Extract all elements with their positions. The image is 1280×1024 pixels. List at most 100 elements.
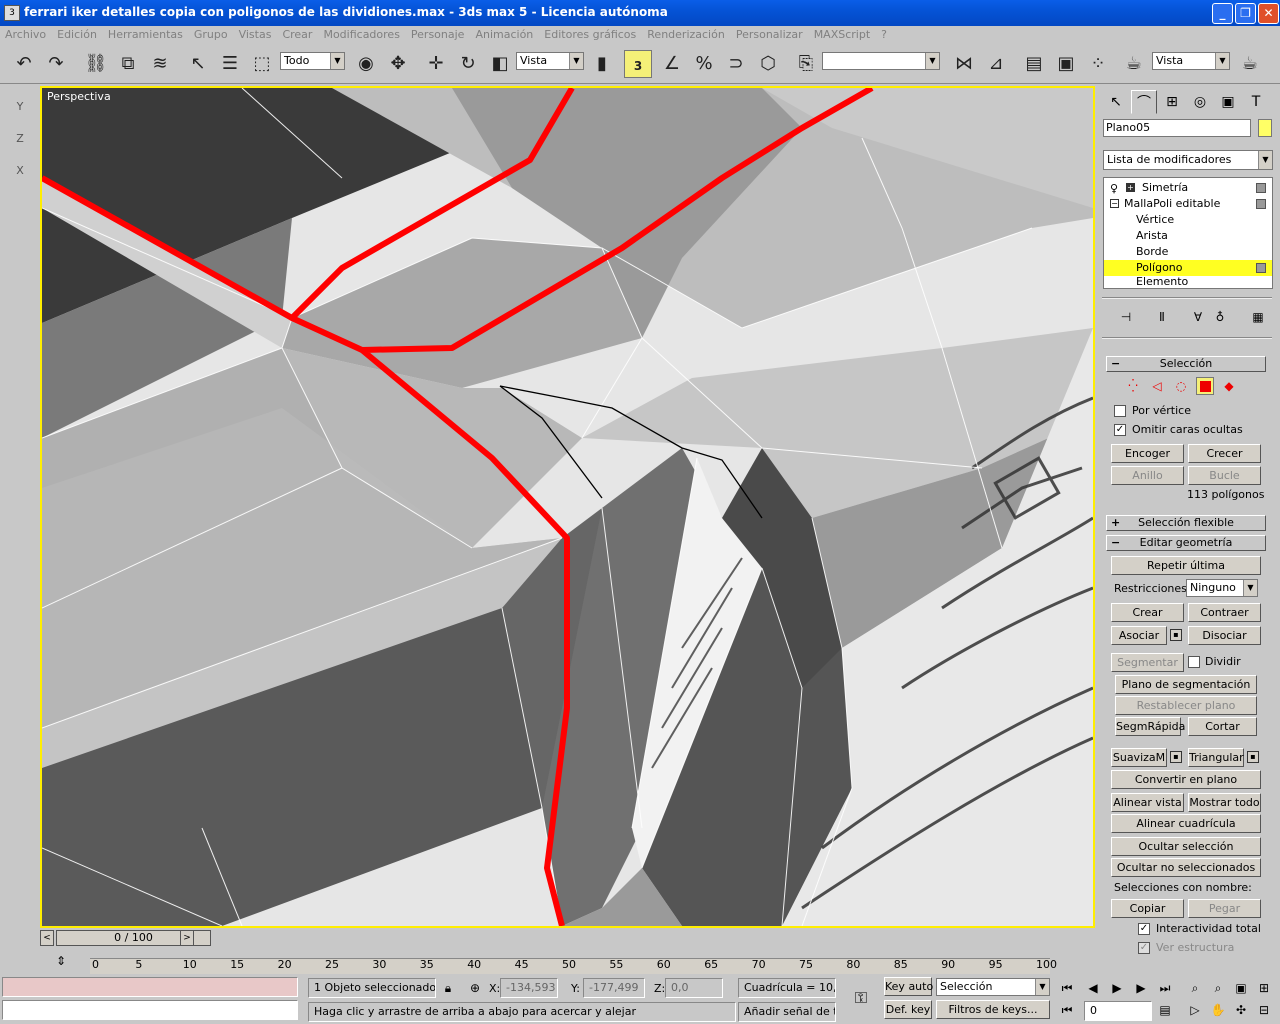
alinear-vista-button[interactable]: Alinear vista [1111,793,1184,812]
app-icon[interactable]: 3 [4,5,20,21]
arc-rotate-icon[interactable]: ✣ [1232,1001,1250,1019]
zoom-extents-all-icon[interactable]: ⊞ [1255,979,1273,997]
repetir-ultima-button[interactable]: Repetir última [1111,556,1261,575]
ocultar-no-seleccionados-button[interactable]: Ocultar no seleccionados [1111,858,1261,877]
menu-editores-graficos[interactable]: Editores gráficos [539,26,642,41]
configure-sets-icon[interactable]: ▦ [1248,310,1268,328]
contraer-button[interactable]: Contraer [1188,603,1261,622]
key-mode-dropdown[interactable]: Selección ▼ [936,978,1050,996]
menu-renderizacion[interactable]: Renderización [642,26,731,41]
fov-icon[interactable]: ▷ [1186,1001,1204,1019]
ocultar-seleccion-button[interactable]: Ocultar selección [1111,837,1261,856]
key-icon[interactable]: ⚿ [848,989,874,1007]
align-icon[interactable]: ⊿ [982,50,1010,78]
percent-snap-icon[interactable]: % [690,50,718,78]
asociar-button[interactable]: Asociar [1111,626,1167,645]
por-vertice-checkbox[interactable] [1114,405,1126,417]
menu-maxscript[interactable]: MAXScript [809,26,876,41]
select-by-name-icon[interactable]: ☰ [216,50,244,78]
viewport-label[interactable]: Perspectiva [47,90,111,103]
def-key-button[interactable]: Def. key [884,1000,932,1019]
material-editor-icon[interactable]: ⁘ [1084,50,1112,78]
select-icon[interactable]: ↖ [184,50,212,78]
bucle-button[interactable]: Bucle [1188,466,1261,485]
pivot-center-icon[interactable]: ▮ [588,50,616,78]
absolute-mode-icon[interactable]: ⊕ [466,979,484,997]
segm-rapida-button[interactable]: SegmRápida [1115,717,1185,736]
interactividad-total-checkbox[interactable]: ✓ [1138,923,1150,935]
key-auto-button[interactable]: Key auto [884,977,933,996]
menu-grupo[interactable]: Grupo [189,26,234,41]
track-view-icon[interactable]: ▤ [1020,50,1048,78]
cortar-button[interactable]: Cortar [1188,717,1257,736]
pegar-button[interactable]: Pegar [1188,899,1261,918]
anillo-button[interactable]: Anillo [1111,466,1184,485]
goto-end-icon[interactable]: ⏭ [1156,979,1174,997]
remove-modifier-icon[interactable]: ♁ [1210,310,1230,328]
stack-item-simetria[interactable]: ♀ + Simetría [1104,180,1272,196]
triangular-settings-icon[interactable]: ▪ [1247,751,1259,763]
suavizam-button[interactable]: SuavizaM [1111,748,1167,767]
next-frame-icon[interactable]: ▶︎ [1132,979,1150,997]
expand-plus-icon[interactable]: + [1126,183,1135,192]
menu-vistas[interactable]: Vistas [234,26,278,41]
stack-item-mallapoli[interactable]: − MallaPoli editable [1104,196,1272,212]
unlink-icon[interactable]: ⧉ [114,50,142,78]
element-level-icon[interactable]: ◆ [1220,377,1238,395]
add-time-tag[interactable]: Añadir señal de tiempo [738,1002,836,1022]
stack-visibility-icon[interactable] [1256,199,1266,209]
zoom-extents-icon[interactable]: ▣ [1232,979,1250,997]
crecer-button[interactable]: Crecer [1188,444,1261,463]
quick-render-icon[interactable]: ☕ [1236,50,1264,78]
minimize-button[interactable]: _ [1212,3,1233,24]
play-icon[interactable]: ▶︎ [1108,979,1126,997]
menu-ayuda[interactable]: ? [876,26,893,41]
move-icon[interactable]: ✛ [422,50,450,78]
restablecer-plano-button[interactable]: Restablecer plano [1115,696,1257,715]
menu-archivo[interactable]: Archivo [0,26,52,41]
motion-tab-icon[interactable]: ◎ [1187,90,1213,114]
y-coordinate-field[interactable]: -177,499 [583,978,645,998]
object-color-swatch[interactable] [1258,119,1272,137]
rollout-seleccion-flexible[interactable]: + Selección flexible [1106,515,1266,531]
axis-z-icon[interactable]: Z [8,127,32,151]
menu-herramientas[interactable]: Herramientas [103,26,189,41]
axis-x-icon[interactable]: X [8,159,32,183]
display-tab-icon[interactable]: ▣ [1215,90,1241,114]
modifier-list-dropdown[interactable]: Lista de modificadores ▼ [1103,150,1273,170]
named-sel-edit-icon[interactable]: ⬡ [754,50,782,78]
close-button[interactable]: ✕ [1258,3,1279,24]
convertir-plano-button[interactable]: Convertir en plano [1111,770,1261,789]
link-icon[interactable]: ⛓ [82,50,110,78]
render-scene-icon[interactable]: ☕ [1120,50,1148,78]
alinear-cuadricula-button[interactable]: Alinear cuadrícula [1111,814,1261,833]
window-crossing-icon[interactable]: ◉ [352,50,380,78]
abc-icon[interactable]: ⎘ [792,50,820,78]
suavizam-settings-icon[interactable]: ▪ [1170,751,1182,763]
track-bar[interactable]: ⇕ 0 5 10 15 20 25 30 35 40 45 50 55 60 65 70 75 80 85 90 95… [40,950,1095,974]
schematic-view-icon[interactable]: ▣ [1052,50,1080,78]
hierarchy-tab-icon[interactable]: ⊞ [1159,90,1185,114]
undo-icon[interactable]: ↶ [10,50,38,78]
key-mode-toggle-icon[interactable]: ⏮ [1058,1001,1076,1019]
mini-curve-editor-icon[interactable]: ⇕ [52,952,70,970]
edge-level-icon[interactable]: ◁ [1148,377,1166,395]
select-move-pivot-icon[interactable]: ✥ [384,50,412,78]
object-name-input[interactable]: Plano05 [1103,119,1251,137]
rotate-icon[interactable]: ↻ [454,50,482,78]
zoom-all-icon[interactable]: ⌕ [1209,979,1227,997]
pin-stack-icon[interactable]: ⊣ [1116,310,1136,328]
segmentar-button[interactable]: Segmentar [1111,653,1184,672]
omitir-caras-checkbox[interactable]: ✓ [1114,424,1126,436]
maxscript-listener-mini[interactable] [2,977,298,997]
current-frame-field[interactable]: 0 [1084,1001,1152,1021]
x-coordinate-field[interactable]: -134,593 [500,978,558,998]
time-config-icon[interactable]: ▤ [1156,1001,1174,1019]
spinner-snap-icon[interactable]: ⊃ [722,50,750,78]
bind-spacewarp-icon[interactable]: ≋ [146,50,174,78]
menu-animacion[interactable]: Animación [470,26,539,41]
perspective-viewport[interactable]: Perspectiva [40,86,1095,928]
render-view-dropdown[interactable]: Vista ▼ [1152,52,1230,70]
stack-item-poligono[interactable]: Polígono [1104,260,1272,276]
polygon-level-icon[interactable] [1196,377,1214,395]
